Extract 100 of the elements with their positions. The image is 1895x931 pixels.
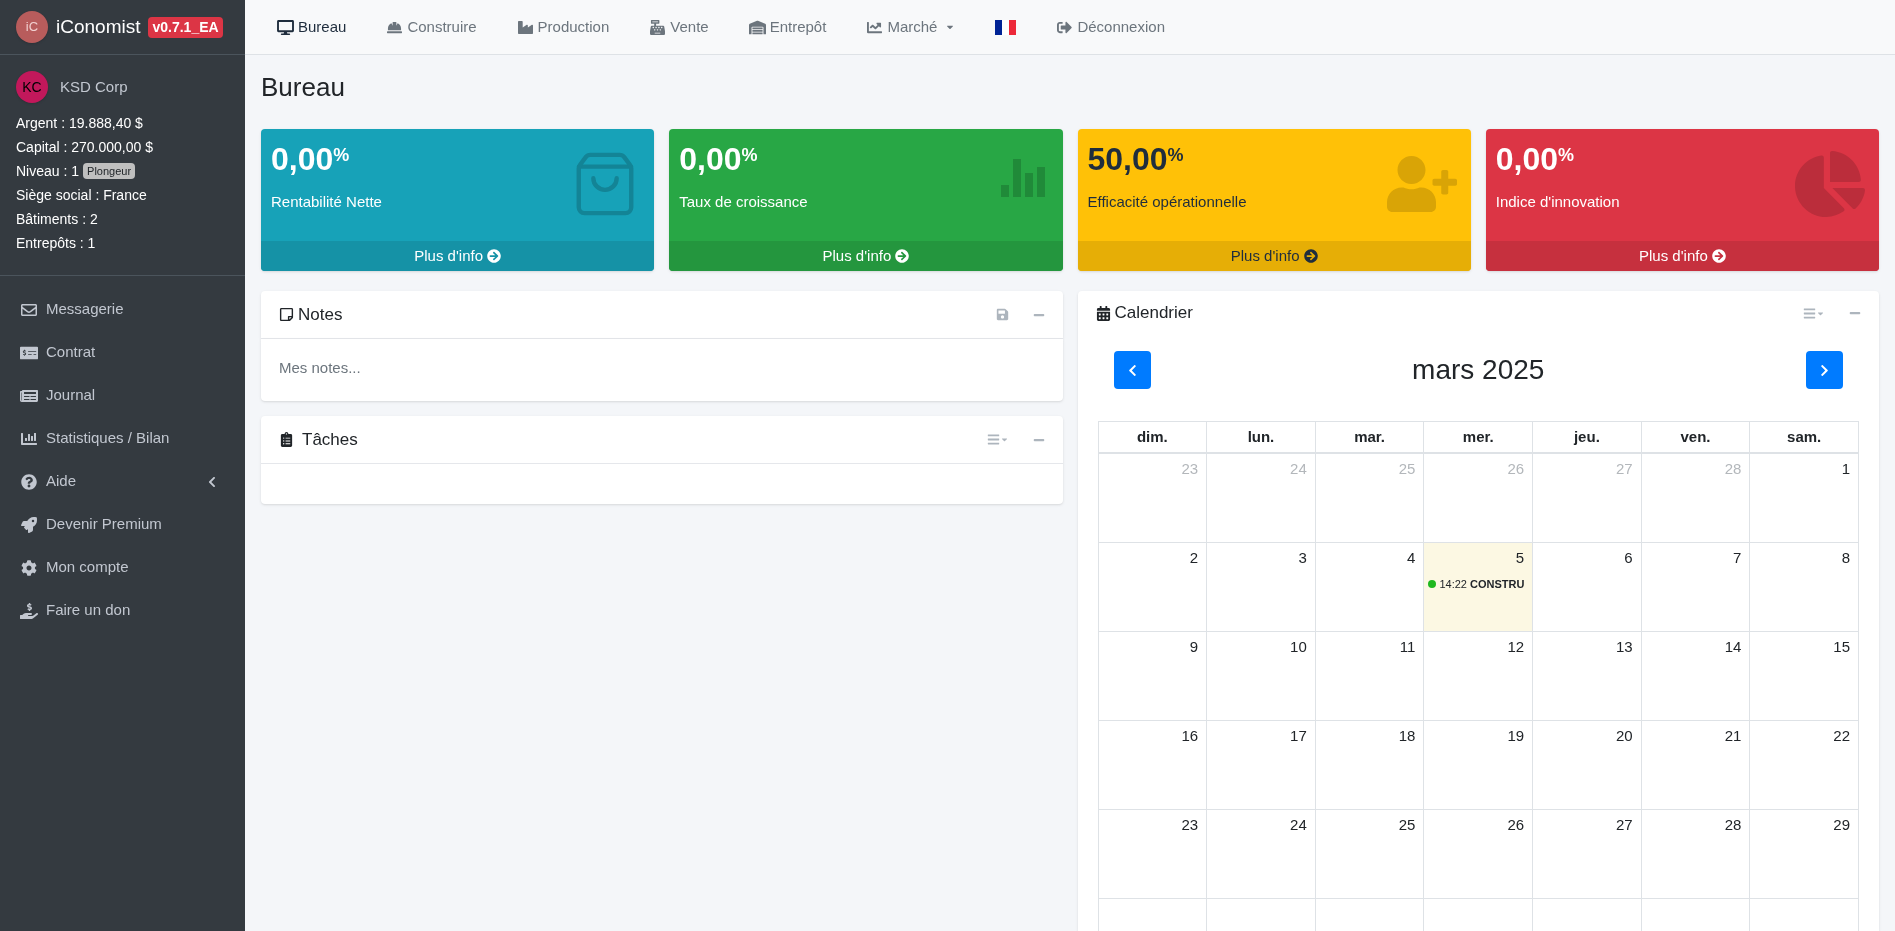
envelope-icon — [20, 301, 38, 318]
day-number: 11 — [1398, 637, 1417, 657]
day-number: 21 — [1723, 726, 1743, 746]
nav-link[interactable]: Construire — [370, 7, 493, 47]
day-cell[interactable]: 6 — [1533, 543, 1642, 632]
sidebar-item[interactable]: Contrat — [8, 331, 237, 374]
day-number: 1 — [1840, 459, 1851, 479]
stat-value: 50,00$^{%}$ — [1087, 140, 1185, 179]
day-cell[interactable]: 26 — [1424, 810, 1534, 899]
stat-text: Argent : 19.888,40 $ — [16, 114, 143, 133]
cash-register-icon — [649, 19, 667, 35]
day-cell[interactable]: 17 — [1207, 721, 1316, 810]
sidebar-item[interactable]: Statistiques / Bilan — [8, 417, 237, 460]
nav-link[interactable]: Vente — [633, 7, 725, 47]
day-cell[interactable]: 22 — [1750, 721, 1859, 810]
settings-icon — [20, 559, 38, 576]
calendar-event[interactable]: 14:22 CONSTRU — [1424, 569, 1533, 592]
note-icon — [279, 307, 294, 322]
next-month-button[interactable] — [1806, 351, 1843, 389]
day-cell[interactable]: 10 — [1207, 632, 1316, 721]
stat-label: Taux de croissance — [679, 192, 808, 212]
stat-text: Bâtiments : 2 — [16, 210, 98, 229]
menu-icon[interactable] — [986, 433, 1009, 446]
sidebar-item[interactable]: Journal — [8, 374, 237, 417]
panel-title: Calendrier — [1114, 302, 1194, 325]
day-number: 24 — [1289, 459, 1308, 479]
weekday-header: mer. — [1424, 422, 1534, 452]
sidebar-item[interactable]: Devenir Premium — [8, 503, 237, 546]
day-cell[interactable]: 16 — [1098, 721, 1208, 810]
panel-title: Tâches — [302, 428, 359, 451]
hand-coin-icon — [20, 602, 38, 619]
nav-dropdown[interactable]: Marché — [850, 7, 972, 47]
nav-link[interactable]: Déconnexion — [1040, 7, 1181, 47]
day-number: 27 — [1615, 815, 1634, 835]
day-cell[interactable]: 5 14:22 CONSTRU — [1424, 543, 1534, 632]
stat-text: Capital : 270.000,00 $ — [16, 138, 153, 157]
day-cell[interactable]: 27 — [1533, 810, 1642, 899]
sidebar-item[interactable]: Aide — [8, 460, 237, 503]
day-number: 28 — [1723, 459, 1743, 479]
stat-value: 0,00$^{%}$ — [679, 140, 759, 179]
day-number: 7 — [1732, 548, 1743, 568]
day-number: 4 — [1406, 548, 1417, 568]
weekday-header: sam. — [1750, 422, 1859, 452]
notes-field[interactable]: Mes notes... — [261, 339, 1063, 401]
save-icon[interactable] — [995, 308, 1009, 321]
more-info-link[interactable]: Plus d'info — [261, 241, 655, 271]
day-cell[interactable]: 18 — [1315, 721, 1425, 810]
page-title: Bureau — [261, 71, 346, 103]
day-cell[interactable]: 21 — [1641, 721, 1751, 810]
stat-value: 0,00$^{%}$ — [1495, 140, 1576, 179]
cheque-icon — [20, 344, 38, 361]
day-cell[interactable]: 23 — [1098, 810, 1208, 899]
day-cell[interactable]: 29 — [1750, 810, 1859, 899]
arrow-right-icon — [895, 249, 910, 263]
newspaper-icon — [20, 387, 38, 404]
day-number: 6 — [1623, 548, 1634, 568]
day-cell[interactable]: 15 — [1750, 632, 1859, 721]
nav-link[interactable]: Production — [500, 7, 626, 47]
arrow-right-icon — [1303, 249, 1318, 263]
sidebar-item[interactable]: Mon compte — [8, 546, 237, 589]
previous-month-button[interactable] — [1113, 351, 1151, 389]
day-cell[interactable]: 12 — [1424, 632, 1534, 721]
day-cell[interactable]: 19 — [1424, 721, 1534, 810]
day-number: 15 — [1832, 637, 1851, 657]
nav-link[interactable]: Entrepôt — [732, 7, 843, 47]
more-info-link[interactable]: Plus d'info — [1485, 241, 1879, 271]
day-cell[interactable]: 25 — [1315, 810, 1425, 899]
day-cell[interactable]: 1 — [1750, 454, 1859, 543]
day-cell[interactable]: 28 — [1641, 810, 1751, 899]
day-cell[interactable]: 9 — [1098, 632, 1208, 721]
help-icon — [20, 473, 38, 490]
stat-label: Indice d'innovation — [1495, 192, 1620, 212]
sidebar-item[interactable]: Messagerie — [8, 288, 237, 331]
day-cell[interactable]: 4 — [1315, 543, 1425, 632]
day-cell[interactable]: 24 — [1207, 810, 1316, 899]
logout-icon — [1056, 19, 1074, 35]
day-cell[interactable]: 11 — [1315, 632, 1425, 721]
day-cell[interactable]: 13 — [1533, 632, 1642, 721]
day-cell[interactable]: 8 — [1750, 543, 1859, 632]
menu-icon[interactable] — [1803, 306, 1825, 320]
rocket-icon — [20, 516, 38, 533]
day-number: 23 — [1180, 815, 1200, 835]
sidebar-item[interactable]: Faire un don — [8, 589, 237, 632]
day-cell[interactable]: 3 — [1207, 543, 1316, 632]
stat-value: 0,00$^{%}$ — [271, 140, 351, 179]
arrow-right-icon — [1711, 249, 1726, 263]
bar-chart-icon — [20, 430, 38, 447]
stat-text: Niveau : 1 — [16, 162, 80, 181]
day-cell[interactable]: 2 — [1098, 543, 1208, 632]
day-number: 5 — [1514, 548, 1526, 568]
clipboard-icon — [279, 432, 294, 447]
day-cell[interactable]: 20 — [1533, 721, 1642, 810]
logo: iC — [16, 11, 48, 43]
version-badge: v0.7.1_EA — [148, 16, 223, 38]
more-info-link[interactable]: Plus d'info — [1077, 241, 1471, 271]
more-info-link[interactable]: Plus d'info — [669, 241, 1063, 271]
nav-link[interactable]: Bureau — [261, 7, 363, 47]
day-number: 14 — [1723, 637, 1743, 657]
day-cell[interactable]: 14 — [1641, 632, 1751, 721]
day-cell[interactable]: 7 — [1641, 543, 1751, 632]
